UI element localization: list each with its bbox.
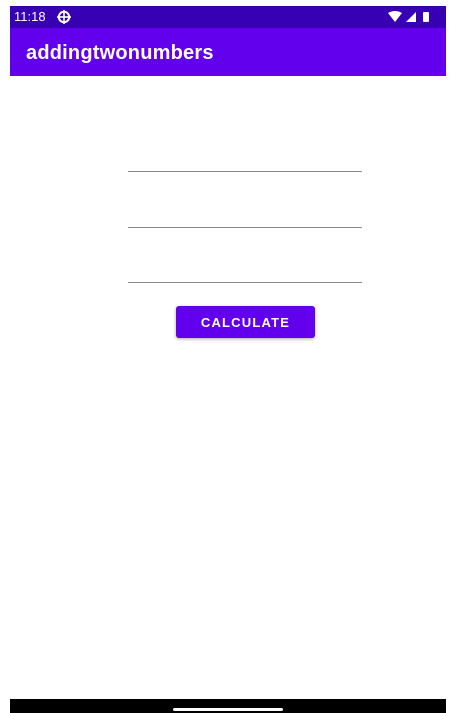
second-number-input[interactable] bbox=[128, 192, 362, 228]
result-input[interactable] bbox=[128, 247, 362, 283]
navigation-bar bbox=[10, 699, 446, 713]
calculate-button[interactable]: CALCULATE bbox=[176, 306, 315, 338]
status-bar: 11:18 bbox=[10, 6, 446, 28]
device-screen: 11:18 addingtwonumbers CALCULATE bbox=[10, 6, 446, 713]
status-icons bbox=[388, 11, 429, 22]
battery-icon bbox=[423, 12, 429, 22]
settings-gear-icon bbox=[57, 10, 71, 24]
cellular-signal-icon bbox=[406, 12, 416, 22]
status-time: 11:18 bbox=[14, 9, 46, 24]
app-title: addingtwonumbers bbox=[26, 42, 214, 64]
app-bar: addingtwonumbers bbox=[10, 28, 446, 76]
first-number-input[interactable] bbox=[128, 136, 362, 172]
home-gesture-handle[interactable] bbox=[173, 708, 283, 711]
wifi-icon bbox=[388, 11, 402, 22]
